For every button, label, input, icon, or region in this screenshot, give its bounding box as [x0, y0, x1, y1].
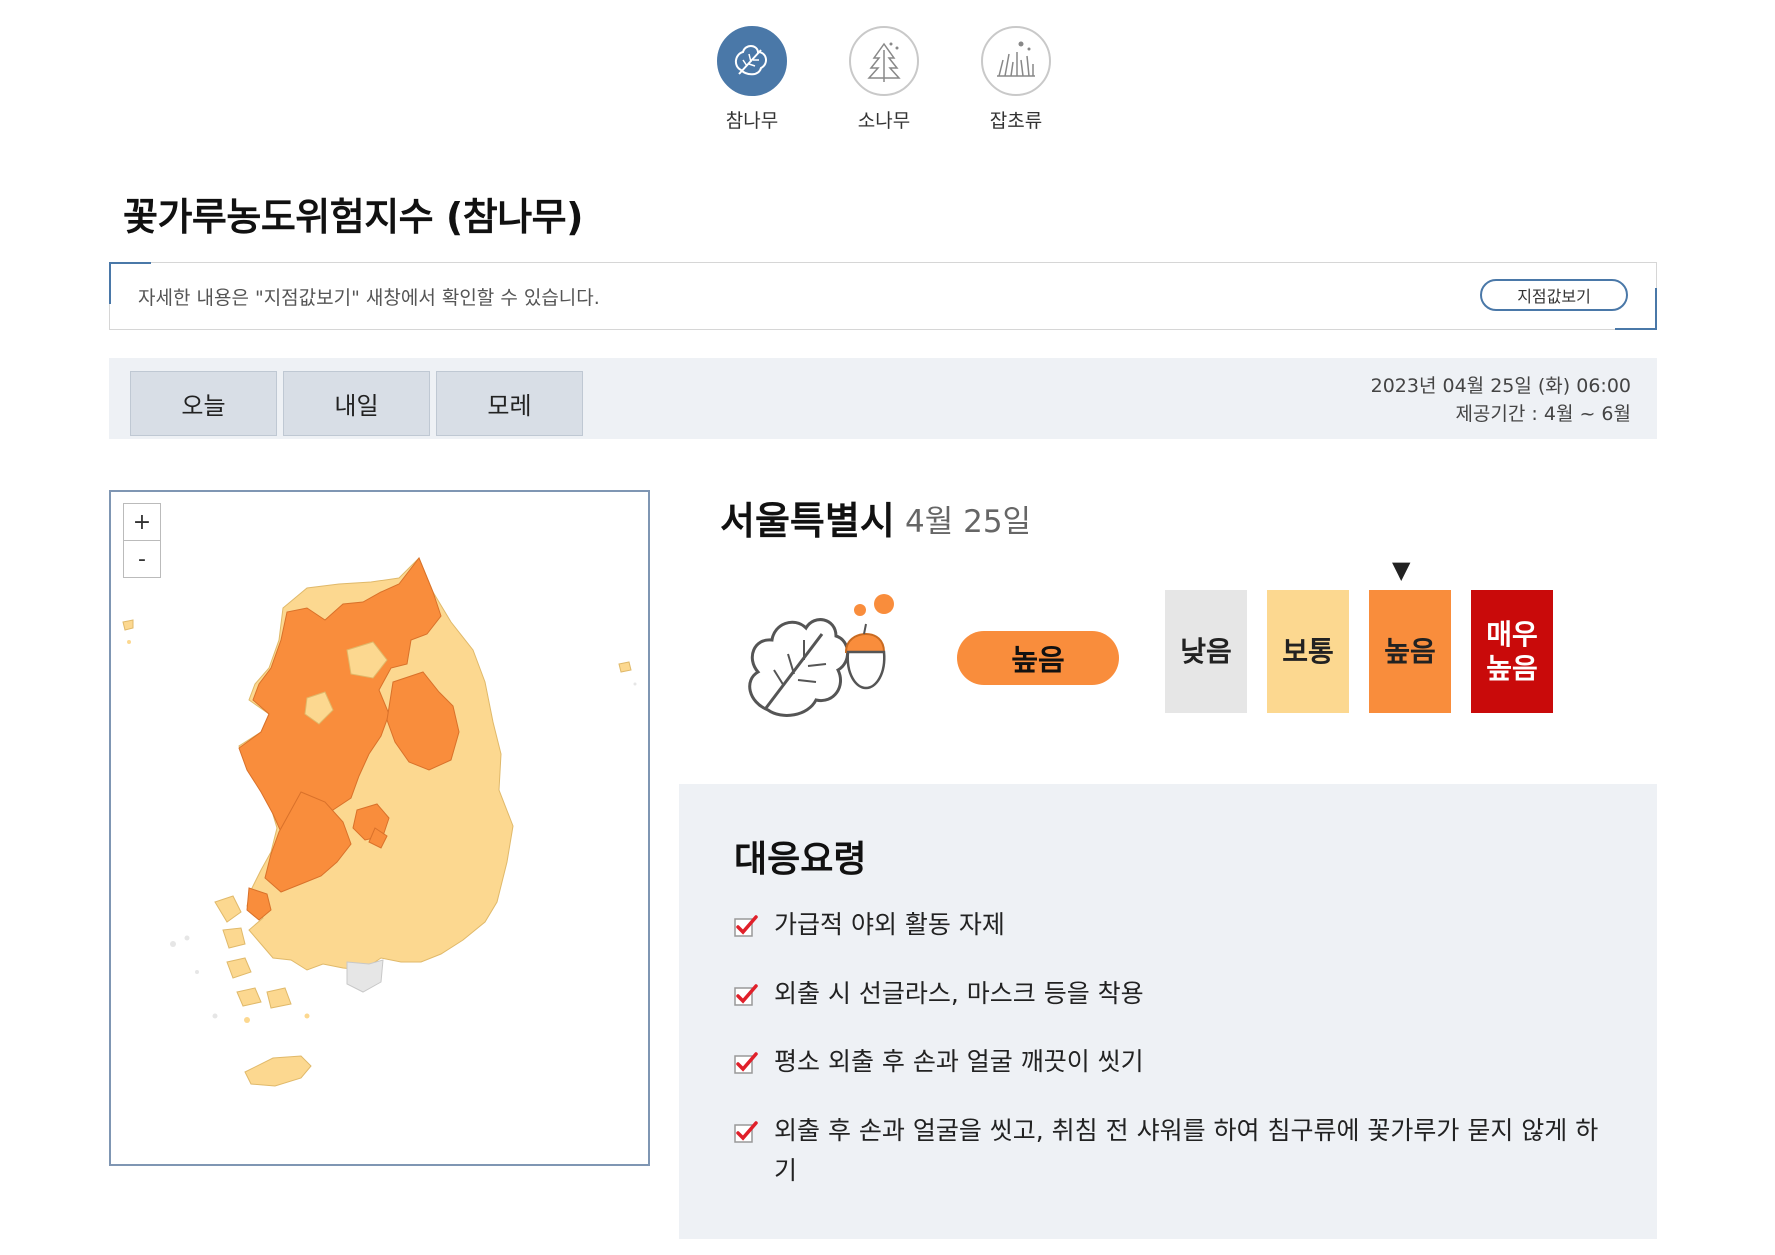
response-item-text: 외출 후 손과 얼굴을 씻고, 취침 전 샤워를 하여 침구류에 꽃가루가 묻지… — [774, 1116, 1599, 1185]
checkbox-checked-icon — [734, 1121, 758, 1143]
species-tab-weed[interactable]: 잡초류 — [961, 26, 1071, 133]
provision-period: 제공기간 : 4월 ~ 6월 — [1455, 403, 1631, 425]
response-item-text: 외출 시 선글라스, 마스크 등을 착용 — [774, 979, 1144, 1008]
day-tabs-bar: 오늘 내일 모레 2023년 04월 25일 (화) 06:00 제공기간 : … — [109, 358, 1657, 439]
species-label: 참나무 — [725, 110, 779, 132]
level-pointer-icon: ▼ — [1392, 556, 1411, 584]
info-text: 자세한 내용은 "지점값보기" 새창에서 확인할 수 있습니다. — [138, 287, 600, 309]
oak-illustration-icon — [738, 590, 898, 734]
response-item: 가급적 야외 활동 자제 — [734, 910, 1614, 945]
species-label: 잡초류 — [989, 110, 1043, 132]
pine-tree-icon — [849, 26, 919, 96]
korea-map[interactable] — [111, 492, 648, 1164]
scale-low: 낮음 — [1165, 590, 1247, 713]
forecast-datetime: 2023년 04월 25일 (화) 06:00 — [1370, 375, 1631, 397]
response-item-text: 가급적 야외 활동 자제 — [774, 910, 1005, 939]
response-guide-panel: 대응요령 가급적 야외 활동 자제 외출 시 선글라스, 마스크 등을 착용 평… — [679, 784, 1657, 1239]
weed-grass-icon — [981, 26, 1051, 96]
scale-very-high: 매우 높음 — [1471, 590, 1553, 713]
response-item: 외출 후 손과 얼굴을 씻고, 취침 전 샤워를 하여 침구류에 꽃가루가 묻지… — [734, 1116, 1614, 1191]
response-title: 대응요령 — [734, 839, 867, 880]
spot-values-button[interactable]: 지점값보기 — [1480, 279, 1628, 311]
tab-today[interactable]: 오늘 — [130, 371, 277, 436]
region-date: 4월 25일 — [905, 504, 1032, 540]
response-item: 평소 외출 후 손과 얼굴 깨끗이 씻기 — [734, 1047, 1614, 1082]
checkbox-checked-icon — [734, 984, 758, 1006]
tab-day-after-tomorrow[interactable]: 모레 — [436, 371, 583, 436]
checkbox-checked-icon — [734, 915, 758, 937]
current-level-badge: 높음 — [957, 631, 1119, 685]
response-item: 외출 시 선글라스, 마스크 등을 착용 — [734, 979, 1614, 1014]
region-name: 서울특별시 — [720, 499, 895, 543]
response-item-text: 평소 외출 후 손과 얼굴 깨끗이 씻기 — [774, 1047, 1144, 1076]
tab-tomorrow[interactable]: 내일 — [283, 371, 430, 436]
checkbox-checked-icon — [734, 1052, 758, 1074]
info-bar: 자세한 내용은 "지점값보기" 새창에서 확인할 수 있습니다. 지점값보기 — [109, 262, 1657, 330]
scale-normal: 보통 — [1267, 590, 1349, 713]
species-tab-oak[interactable]: 참나무 — [697, 26, 807, 133]
date-info: 2023년 04월 25일 (화) 06:00 제공기간 : 4월 ~ 6월 — [1371, 372, 1631, 428]
species-label: 소나무 — [857, 110, 911, 132]
page-title: 꽃가루농도위험지수 (참나무) — [123, 195, 584, 239]
pollen-map[interactable]: + - — [109, 490, 650, 1166]
species-tab-pine[interactable]: 소나무 — [829, 26, 939, 133]
scale-high: 높음 — [1369, 590, 1451, 713]
oak-leaf-icon — [717, 26, 787, 96]
